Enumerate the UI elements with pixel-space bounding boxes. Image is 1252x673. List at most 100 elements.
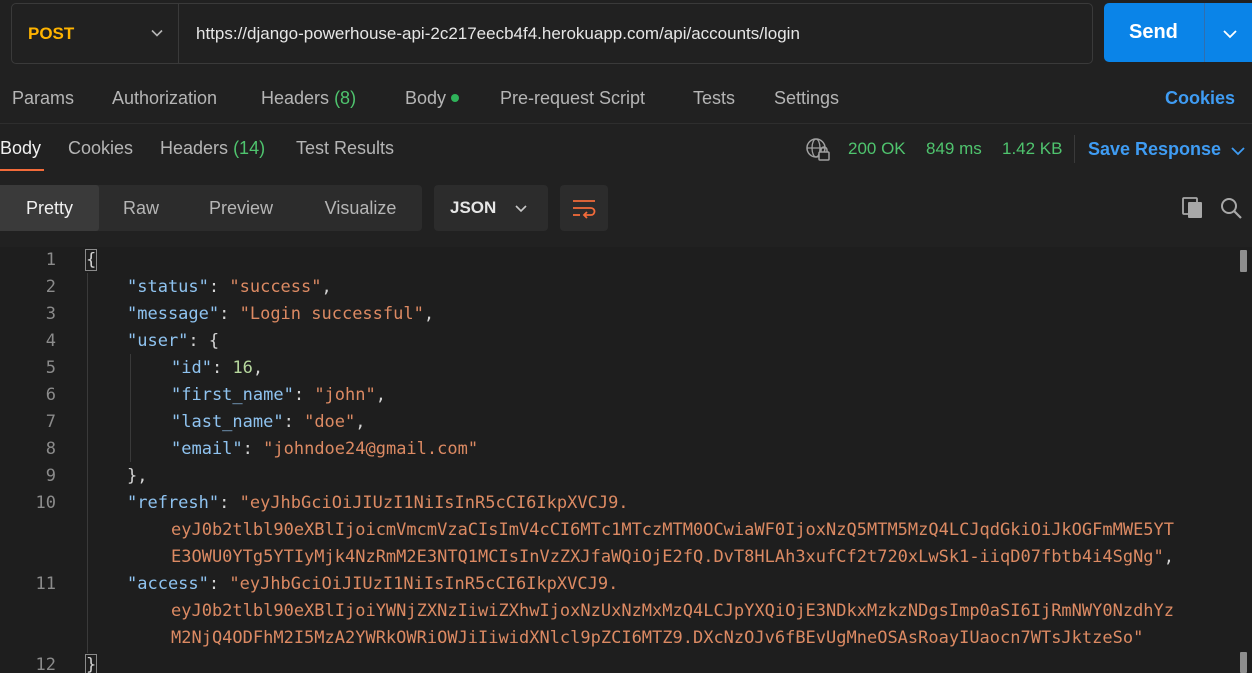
tab-response-body[interactable]: Body [0,138,41,159]
tab-settings[interactable]: Settings [774,88,839,109]
url-input[interactable]: https://django-powerhouse-api-2c217eecb4… [179,4,1092,63]
request-tabs: Params Authorization Headers (8) Body Pr… [0,74,1252,124]
json-key: "user" [127,331,189,351]
json-key: "message" [127,304,220,324]
json-key: "refresh" [127,493,220,513]
globe-lock-icon[interactable] [805,137,831,163]
json-string: "Login successful" [239,304,424,324]
close-brace: } [84,654,98,673]
code-line: }, [127,466,148,486]
code-line: M2NjQ4ODFhM2I5MzA2YWRkOWRiOWJiIiwidXNlcl… [171,628,1143,648]
tab-response-headers[interactable]: Headers (14) [160,138,265,159]
status-divider [1074,135,1075,163]
line-number: 10 [35,493,56,513]
chevron-down-icon[interactable] [1230,144,1246,158]
wrap-lines-icon [573,200,596,219]
code-line: eyJ0b2tlbl90eXBlIjoiYWNjZXNzIiwiZXhwIjox… [171,601,1174,621]
send-label: Send [1129,21,1178,43]
code-line: "message": "Login successful", [127,304,435,324]
tab-response-cookies[interactable]: Cookies [68,138,133,159]
json-key: "access" [127,574,209,594]
save-response-button[interactable]: Save Response [1088,139,1221,160]
open-brace: { [84,249,98,271]
tab-test-results[interactable]: Test Results [296,138,394,159]
json-key: "first_name" [171,385,294,405]
tab-prerequest-script[interactable]: Pre-request Script [500,88,645,109]
line-number: 7 [45,412,56,432]
response-tabs: Body Cookies Headers (14) Test Results 2… [0,125,1252,175]
tab-body-label: Body [405,88,447,108]
view-raw-button[interactable]: Raw [99,185,183,231]
format-select[interactable]: JSON [434,185,548,231]
line-number: 6 [45,385,56,405]
json-string: "johndoe24@gmail.com" [263,439,479,459]
tab-response-headers-count: (14) [233,138,266,158]
view-visualize-button[interactable]: Visualize [299,185,422,231]
body-indicator-dot [451,94,460,102]
line-number: 11 [35,574,56,594]
method-label: POST [28,23,75,43]
request-bar: POST https://django-powerhouse-api-2c217… [0,0,1252,66]
code-line: "user": { [127,331,220,351]
response-body-viewer[interactable]: 1 2 3 4 5 6 7 8 9 10 11 12 { "status": "… [0,247,1252,673]
indent-guide [130,354,131,462]
code-line: "access": "eyJhbGciOiJIUzI1NiIsInR5cCI6I… [127,574,619,594]
wrap-lines-button[interactable] [560,185,608,231]
code-line: "email": "johndoe24@gmail.com" [171,439,479,459]
code-line: eyJ0b2tlbl90eXBlIjoicmVmcmVzaCIsImV4cCI6… [171,520,1174,540]
copy-icon[interactable] [1181,196,1205,220]
vertical-scrollbar[interactable] [1238,247,1248,673]
json-string: "doe" [304,412,356,432]
tab-response-headers-label: Headers [160,138,229,158]
tab-body[interactable]: Body [405,88,460,109]
code-line: "first_name": "john", [171,385,386,405]
chevron-down-icon [151,29,163,37]
json-key: "last_name" [171,412,284,432]
json-string: eyJ0b2tlbl90eXBlIjoiYWNjZXNzIiwiZXhwIjox… [171,601,1175,621]
chevron-down-icon [515,205,527,213]
json-string: "eyJhbGciOiJIUzI1NiIsInR5cCI6IkpXVCJ9. [239,493,629,513]
line-number: 5 [45,358,56,378]
json-string: "john" [314,385,376,405]
search-icon[interactable] [1219,196,1243,220]
response-size[interactable]: 1.42 KB [1002,139,1063,159]
indent-guide [87,273,88,653]
code-line: { [84,249,98,271]
scrollbar-marker [1240,652,1247,673]
tab-headers-count: (8) [334,88,357,108]
json-string: eyJ0b2tlbl90eXBlIjoicmVmcmVzaCIsImV4cCI6… [171,520,1175,540]
tab-params[interactable]: Params [12,88,74,109]
line-number: 2 [45,277,56,297]
tab-headers-label: Headers [261,88,330,108]
send-button[interactable]: Send [1104,3,1252,62]
json-key: "email" [171,439,243,459]
json-string: E3OWU0YTg5YTIyMjk4NzRmM2E3NTQ1MCIsInVzZX… [171,547,1164,567]
json-key: "id" [171,358,212,378]
json-string: M2NjQ4ODFhM2I5MzA2YWRkOWRiOWJiIiwidXNlcl… [171,628,1144,648]
view-preview-button[interactable]: Preview [183,185,299,231]
code-line: } [84,654,98,673]
response-time[interactable]: 849 ms [926,139,982,159]
line-number: 8 [45,439,56,459]
response-view-toolbar: Pretty Raw Preview Visualize JSON [0,185,1252,232]
format-label: JSON [450,198,497,217]
code-line: "last_name": "doe", [171,412,366,432]
active-tab-underline [0,169,44,171]
view-pretty-button[interactable]: Pretty [0,185,99,231]
code-line: E3OWU0YTg5YTIyMjk4NzRmM2E3NTQ1MCIsInVzZX… [171,547,1175,567]
send-divider [1204,3,1205,62]
status-code[interactable]: 200 OK [848,139,906,159]
cookies-link[interactable]: Cookies [1165,88,1235,109]
view-mode-segmented-control: Pretty Raw Preview Visualize [0,185,422,231]
tab-authorization[interactable]: Authorization [112,88,217,109]
line-number: 9 [45,466,56,486]
line-number: 12 [35,655,56,673]
code-line: "id": 16, [171,358,264,378]
chevron-down-icon[interactable] [1222,27,1238,41]
json-key: "status" [127,277,209,297]
tab-headers[interactable]: Headers (8) [261,88,356,109]
request-url-box: POST https://django-powerhouse-api-2c217… [11,3,1093,64]
scrollbar-thumb[interactable] [1240,250,1247,272]
tab-tests[interactable]: Tests [693,88,735,109]
method-select[interactable]: POST [12,4,179,63]
